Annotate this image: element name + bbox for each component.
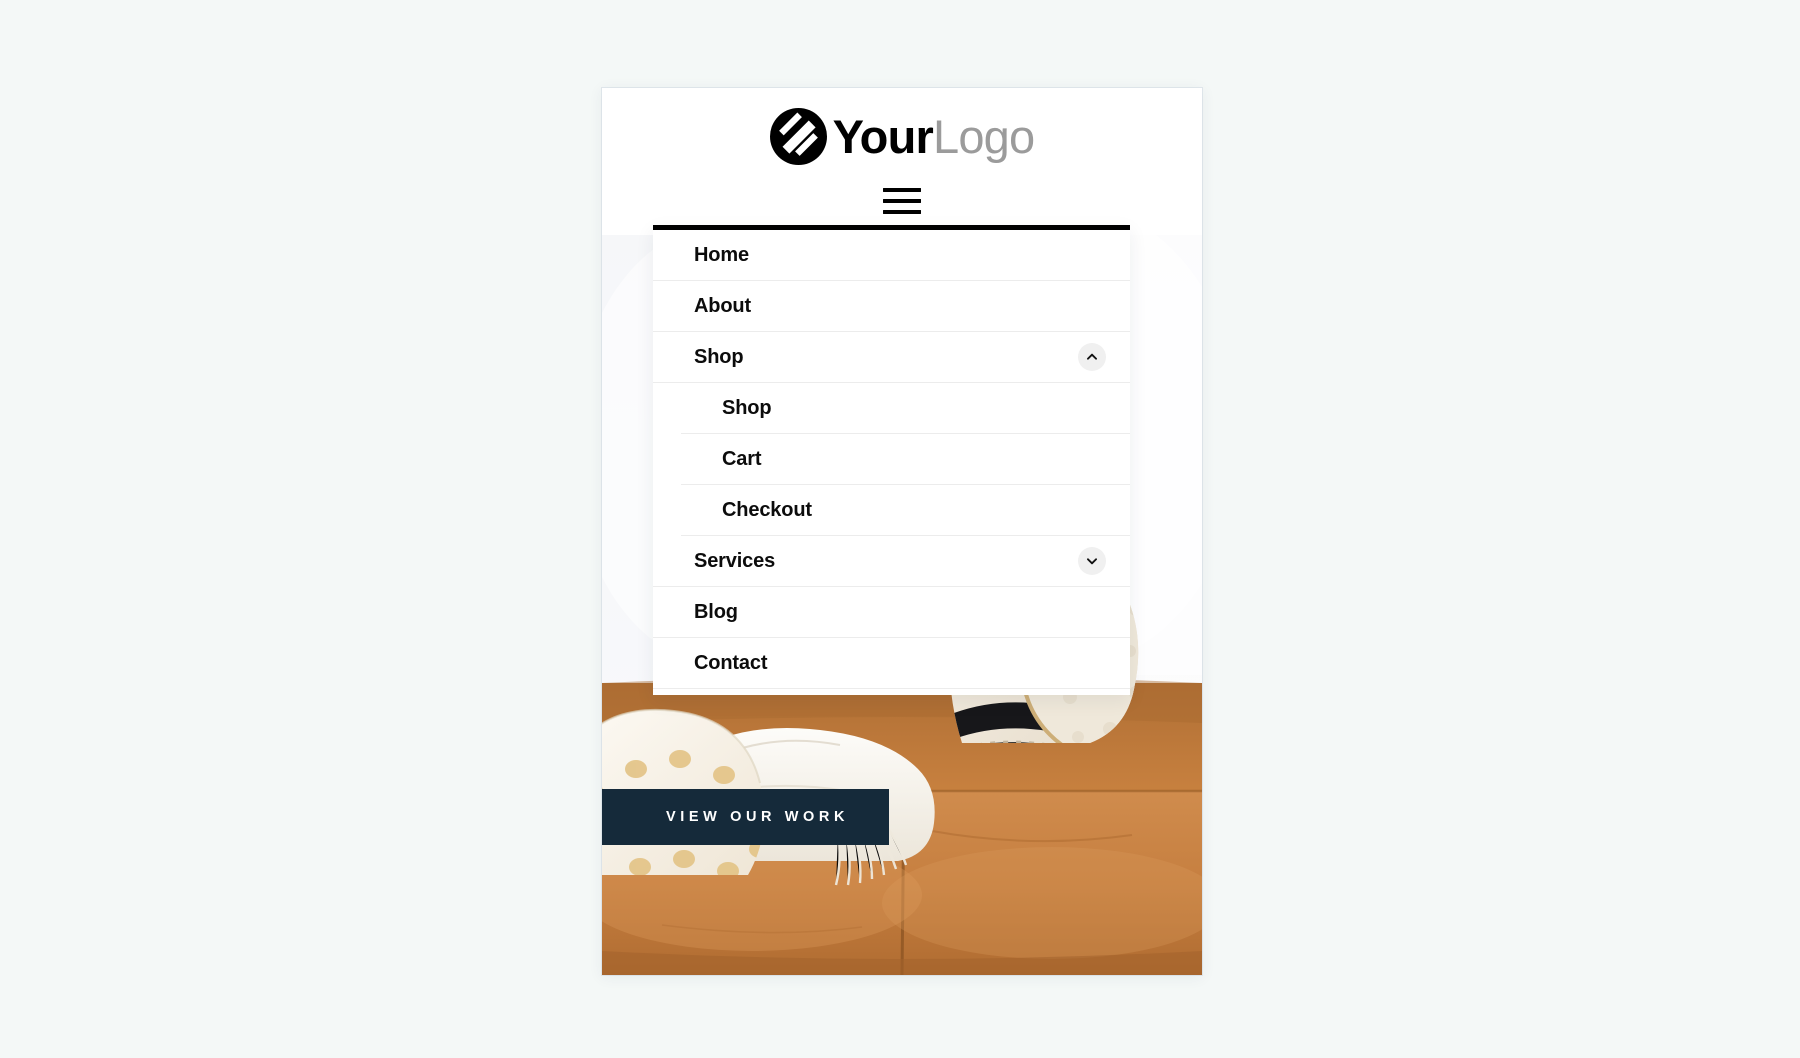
circular-s-monogram-icon	[769, 108, 827, 165]
menu-item-home[interactable]: Home	[653, 230, 1130, 281]
logo-text-primary: Your	[832, 110, 934, 163]
menu-item-label: Checkout	[722, 499, 812, 521]
hamburger-bar-2	[883, 199, 921, 203]
chevron-down-icon[interactable]	[1078, 547, 1106, 575]
menu-item-label: Home	[694, 244, 749, 266]
menu-item-shop-sub[interactable]: Shop	[681, 383, 1130, 434]
menu-item-blog[interactable]: Blog	[653, 587, 1130, 638]
device-viewport: VIEW OUR WORK YourLogo Home About Shop Shop…	[602, 88, 1202, 975]
hamburger-bar-1	[883, 188, 921, 192]
hamburger-bar-3	[883, 210, 921, 214]
mobile-navigation-menu: Home About Shop Shop Cart Checkout Services Blo…	[653, 225, 1130, 695]
menu-item-checkout-sub[interactable]: Checkout	[681, 485, 1130, 536]
menu-item-services[interactable]: Services	[653, 536, 1130, 587]
hamburger-menu-icon[interactable]	[880, 184, 924, 218]
view-our-work-button[interactable]: VIEW OUR WORK	[602, 789, 890, 845]
menu-item-about[interactable]: About	[653, 281, 1130, 332]
site-logo[interactable]: YourLogo	[602, 108, 1202, 165]
logo-text-secondary: Logo	[933, 110, 1035, 163]
menu-item-label: Shop	[722, 397, 772, 419]
menu-item-label: Contact	[694, 652, 768, 674]
chevron-up-icon[interactable]	[1078, 343, 1106, 371]
menu-item-label: Blog	[694, 601, 738, 623]
menu-item-contact[interactable]: Contact	[653, 638, 1130, 689]
menu-item-shop[interactable]: Shop	[653, 332, 1130, 383]
menu-item-label: Shop	[694, 346, 744, 368]
menu-item-label: Services	[694, 550, 776, 572]
menu-item-cart-sub[interactable]: Cart	[681, 434, 1130, 485]
menu-item-label: Cart	[722, 448, 762, 470]
site-header: YourLogo	[602, 88, 1202, 235]
logo-wordmark: YourLogo	[832, 110, 1036, 163]
menu-item-label: About	[694, 295, 752, 317]
